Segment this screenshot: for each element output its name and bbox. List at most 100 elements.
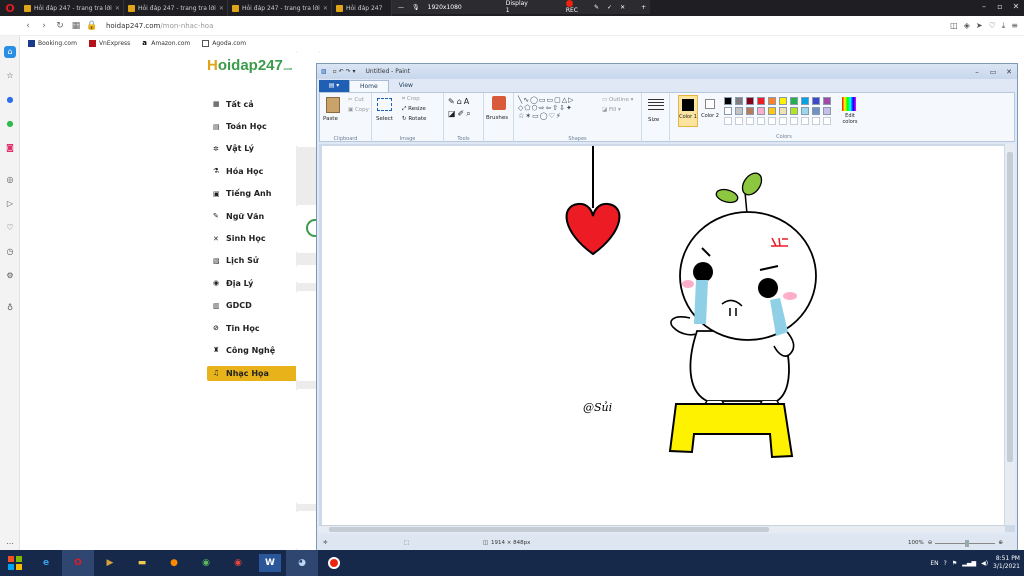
help-icon[interactable]: ?	[944, 560, 947, 567]
volume-icon[interactable]: ◀)	[981, 560, 988, 567]
custom-color-slot[interactable]	[768, 117, 776, 125]
player-icon[interactable]: ◎	[4, 174, 16, 186]
palette-swatch[interactable]	[823, 107, 831, 115]
tab-view[interactable]: View	[389, 80, 423, 92]
custom-color-slot[interactable]	[779, 117, 787, 125]
color1-button[interactable]: Color 1	[678, 95, 698, 127]
bookmark-item[interactable]: Booking.com	[28, 40, 77, 47]
browser-tab[interactable]: Hỏi đáp 247	[332, 0, 392, 16]
palette-swatch[interactable]	[757, 107, 765, 115]
fill-button[interactable]: ◪ Fill ▾	[602, 107, 621, 113]
menu-item-8[interactable]: ◉ Địa Lý	[207, 272, 302, 294]
chrome-like-icon[interactable]: ◉	[190, 550, 222, 576]
menu-item-7[interactable]: ▧ Lịch Sử	[207, 250, 302, 272]
close-tab-icon[interactable]: ✕	[320, 5, 328, 12]
select-button[interactable]: Select	[376, 116, 393, 122]
recorder-display[interactable]: Display 1	[506, 0, 528, 14]
reload-icon[interactable]: ↻	[52, 21, 68, 31]
close-tab-icon[interactable]: ✕	[112, 5, 120, 12]
palette-swatch[interactable]	[768, 97, 776, 105]
menu-item-9[interactable]: ▥ GDCD	[207, 295, 302, 317]
shapes-gallery[interactable]: ╲∿◯▭▭▢△▷ ◇⬠⬡⇨⇦⇧⇩✦ ☆✶▭◯♡⚡	[518, 96, 575, 120]
resize-button[interactable]: ⤢ Resize	[402, 106, 426, 113]
palette-swatch[interactable]	[724, 97, 732, 105]
copy-button[interactable]: ▣ Copy	[348, 107, 369, 113]
close-icon[interactable]: ✕	[1001, 68, 1017, 76]
palette-swatch[interactable]	[757, 97, 765, 105]
browser-tab[interactable]: Hỏi đáp 247 - trang tra lời ✕	[124, 0, 228, 16]
vertical-scrollbar[interactable]	[1005, 144, 1015, 525]
menu-item-5[interactable]: ✎ Ngữ Văn	[207, 205, 302, 227]
palette-swatch[interactable]	[812, 107, 820, 115]
explorer-icon[interactable]: ▬	[126, 550, 158, 576]
menu-icon[interactable]: ≡	[1011, 21, 1018, 31]
flag-icon[interactable]: ⚑	[952, 560, 957, 567]
minimize-icon[interactable]: –	[969, 68, 985, 76]
opera-icon[interactable]: O	[62, 550, 94, 576]
menu-item-6[interactable]: ✕ Sinh Học	[207, 227, 302, 249]
maximize-icon[interactable]: ▫	[992, 0, 1008, 14]
recorder-exit-icon[interactable]: ✕	[620, 4, 625, 11]
bookmark-item[interactable]: Agoda.com	[202, 40, 246, 47]
palette-swatch[interactable]	[768, 107, 776, 115]
maximize-icon[interactable]: ▭	[985, 68, 1001, 76]
vertical-scroll-thumb[interactable]	[1007, 152, 1013, 462]
zoom-out-icon[interactable]: ⊖	[928, 540, 933, 546]
size-button[interactable]: Size	[648, 117, 659, 123]
paste-button[interactable]: Paste	[323, 116, 338, 122]
file-menu-button[interactable]: ▤ ▾	[319, 80, 349, 92]
palette-swatch[interactable]	[779, 97, 787, 105]
browser-tab[interactable]: Hỏi đáp 247 - trang tra lời ✕	[20, 0, 124, 16]
paint-icon[interactable]: ◕	[286, 550, 318, 576]
firefox-icon[interactable]: ●	[158, 550, 190, 576]
cut-button[interactable]: ✂ Cut	[348, 97, 364, 103]
rotate-button[interactable]: ↻ Rotate	[402, 116, 426, 122]
palette-swatch[interactable]	[823, 97, 831, 105]
heart-icon[interactable]: ♡	[989, 21, 996, 31]
recorder-close-icon[interactable]: ✓	[607, 4, 612, 11]
zoom-slider[interactable]	[935, 539, 996, 547]
media-icon[interactable]: ▶	[94, 550, 126, 576]
star-icon[interactable]: ☆	[4, 70, 16, 82]
palette-swatch[interactable]	[790, 107, 798, 115]
custom-color-slot[interactable]	[801, 117, 809, 125]
close-icon[interactable]: ✕	[1008, 0, 1024, 14]
ie-icon[interactable]: e	[30, 550, 62, 576]
crop-button[interactable]: ⌗ Crop	[402, 96, 420, 103]
menu-item-3[interactable]: ⚗ Hóa Học	[207, 160, 302, 182]
recorder-icon[interactable]	[318, 550, 350, 576]
brushes-button[interactable]: Brushes	[486, 115, 508, 121]
minimize-recorder-icon[interactable]: —	[398, 4, 404, 11]
tools-icons-row2[interactable]: ◪✐⌕	[448, 109, 473, 119]
send-icon[interactable]: ▷	[4, 198, 16, 210]
horizontal-scrollbar[interactable]	[319, 525, 1005, 533]
custom-color-slot[interactable]	[823, 117, 831, 125]
instagram-icon[interactable]: ◙	[4, 142, 16, 154]
browser-tab[interactable]: Hỏi đáp 247 - trang tra lời ✕	[228, 0, 332, 16]
palette-swatch[interactable]	[790, 97, 798, 105]
shield-icon[interactable]: ◈	[964, 21, 970, 31]
tab-home[interactable]: Home	[349, 80, 389, 92]
close-tab-icon[interactable]: ✕	[216, 5, 224, 12]
url-field[interactable]: hoidap247.com/mon-nhac-hoa	[106, 22, 213, 30]
menu-item-11[interactable]: ♜ Công Nghệ	[207, 339, 302, 361]
back-icon[interactable]: ‹	[20, 21, 36, 31]
palette-swatch[interactable]	[735, 97, 743, 105]
bulb-icon[interactable]: ♁	[4, 302, 16, 314]
custom-color-slot[interactable]	[746, 117, 754, 125]
site-logo[interactable]: Hoidap247.com	[207, 57, 292, 74]
pen-icon[interactable]: ✎	[594, 4, 599, 11]
zoom-slider-thumb[interactable]	[965, 539, 970, 547]
palette-swatch[interactable]	[801, 97, 809, 105]
edit-colors-button[interactable]: Edit colors	[838, 113, 862, 125]
horizontal-scroll-thumb[interactable]	[329, 527, 769, 532]
minimize-icon[interactable]: –	[976, 0, 992, 14]
chrome-icon[interactable]: ◉	[222, 550, 254, 576]
color2-button[interactable]: Color 2	[701, 95, 721, 127]
rec-button[interactable]: REC	[565, 0, 578, 14]
forward-icon[interactable]: ›	[36, 21, 52, 31]
palette-swatch[interactable]	[724, 107, 732, 115]
opera-logo-icon[interactable]: O	[0, 0, 20, 16]
more-icon[interactable]: …	[4, 536, 16, 548]
home-icon[interactable]: ⌂	[4, 46, 16, 58]
